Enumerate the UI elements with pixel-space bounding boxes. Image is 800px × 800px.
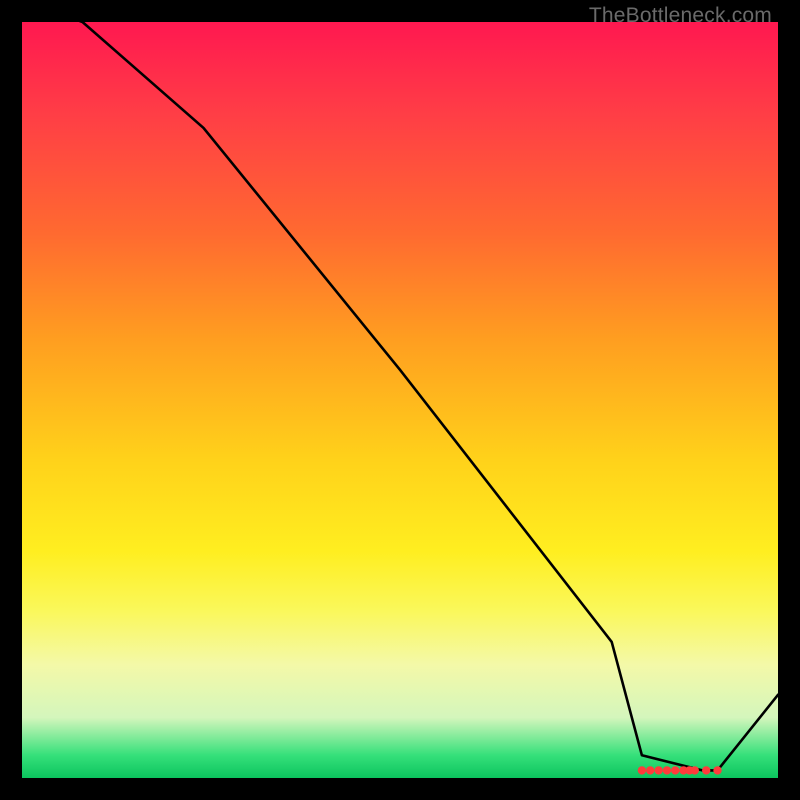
line-series: [22, 0, 778, 770]
chart-stage: TheBottleneck.com: [0, 0, 800, 800]
optimal-marker: [671, 766, 679, 774]
optimal-range-markers: [638, 766, 722, 774]
optimal-marker: [691, 766, 699, 774]
chart-svg: [22, 22, 778, 778]
optimal-marker: [638, 766, 646, 774]
optimal-marker: [654, 766, 662, 774]
bottleneck-curve: [22, 0, 778, 770]
optimal-marker: [646, 766, 654, 774]
optimal-marker: [702, 766, 710, 774]
optimal-marker: [663, 766, 671, 774]
optimal-marker: [713, 766, 721, 774]
